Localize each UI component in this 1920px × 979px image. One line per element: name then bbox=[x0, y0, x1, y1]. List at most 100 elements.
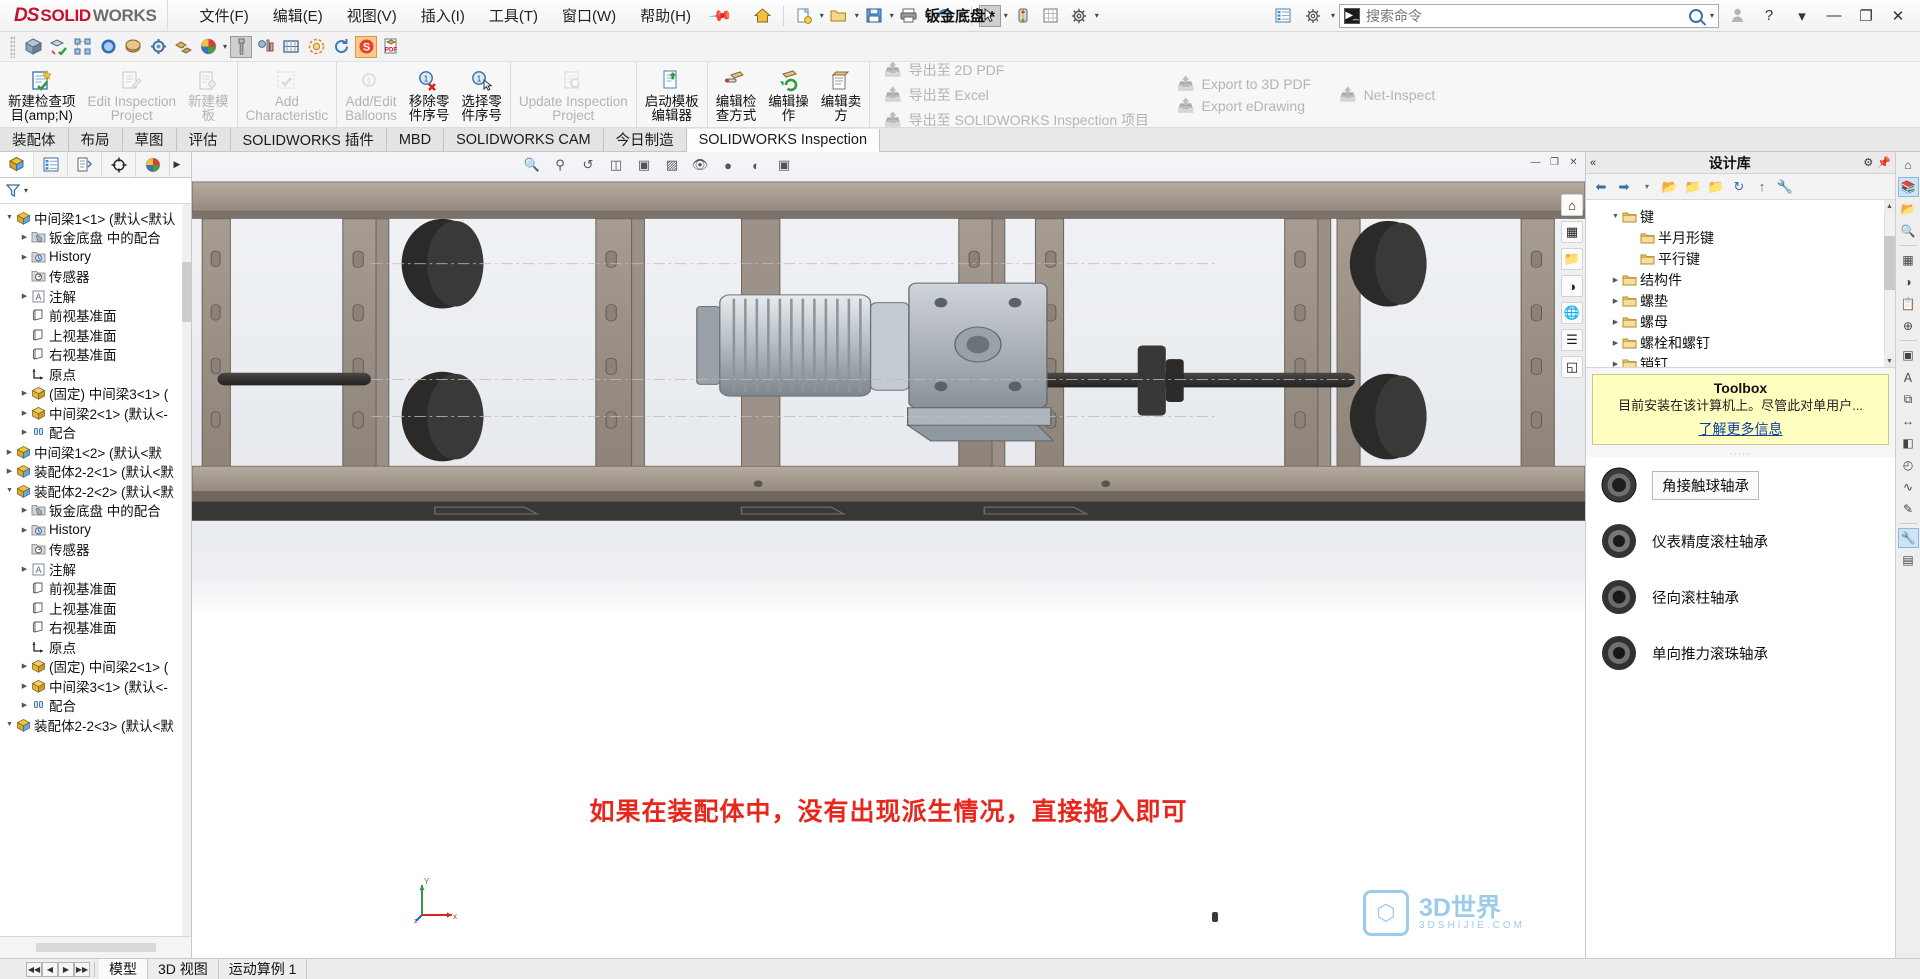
chevron-down-icon[interactable]: ▾ bbox=[1095, 11, 1099, 20]
new-document-icon[interactable] bbox=[791, 4, 817, 28]
chevron-down-icon[interactable]: ▾ bbox=[1004, 11, 1008, 20]
tab-layout[interactable]: 布局 bbox=[68, 128, 123, 151]
status-tab-3dviews[interactable]: 3D 视图 bbox=[148, 959, 219, 979]
library-scrollbar-thumb[interactable] bbox=[1884, 236, 1895, 290]
tree-twisty-icon[interactable]: ▶ bbox=[1610, 360, 1621, 368]
tree-twisty-icon[interactable]: ▶ bbox=[19, 506, 30, 514]
feature-tree[interactable]: ▼ 中间梁1<1> (默认<默认 ▶ 钣金底盘 中的配合 ▶ History 传感器 ▶ A 注解… bbox=[0, 204, 191, 936]
tree-twisty-icon[interactable]: ▶ bbox=[4, 467, 15, 475]
library-tree-row[interactable]: ▶ 螺垫 bbox=[1586, 290, 1895, 311]
back-nav-icon[interactable]: ⬅ bbox=[1592, 178, 1610, 196]
simulation-icon[interactable]: ∿ bbox=[1898, 477, 1919, 497]
chevron-down-icon[interactable]: ▾ bbox=[855, 11, 859, 20]
search-icon[interactable]: 🔍 bbox=[1898, 221, 1919, 241]
toolbox-config-icon[interactable]: 🔧 bbox=[1776, 178, 1794, 196]
select-balloon-button[interactable]: 1 选择零 件序号 bbox=[455, 64, 508, 127]
design-library-tree[interactable]: ▼键半月形键平行键▶结构件▶螺垫▶螺母▶螺栓和螺钉▶销钉▶轴承 ▲ ▼ bbox=[1586, 200, 1895, 368]
feature-tree-row[interactable]: ▼ 中间梁1<1> (默认<默认 bbox=[0, 208, 191, 228]
feature-tree-row[interactable]: ▶ (固定) 中间梁3<1> ( bbox=[0, 384, 191, 404]
export-excel-item[interactable]: 📤 导出至 Excel bbox=[880, 83, 1153, 107]
design-library-icon[interactable]: 📚 bbox=[1897, 177, 1919, 197]
feature-tree-row[interactable]: 传感器 bbox=[0, 540, 191, 560]
menu-item-file[interactable]: 文件(F) bbox=[188, 1, 261, 30]
home-icon[interactable] bbox=[750, 4, 776, 28]
task-list-icon[interactable] bbox=[1270, 4, 1296, 28]
tree-scrollbar-thumb[interactable] bbox=[182, 262, 191, 322]
chevron-down-icon[interactable]: ▾ bbox=[925, 11, 929, 20]
doc-close-button[interactable]: ✕ bbox=[1566, 155, 1581, 169]
menu-item-insert[interactable]: 插入(I) bbox=[409, 1, 477, 30]
section-icon[interactable]: ◧ bbox=[1898, 433, 1919, 453]
file-explorer-icon[interactable]: 📂 bbox=[1898, 199, 1919, 219]
forward-nav-icon[interactable]: ➡ bbox=[1615, 178, 1633, 196]
menu-item-tools[interactable]: 工具(T) bbox=[477, 1, 550, 30]
toolbox-learn-more-link[interactable]: 了解更多信息 bbox=[1699, 419, 1783, 439]
create-folder-icon[interactable]: 📁 bbox=[1684, 178, 1702, 196]
tree-twisty-icon[interactable]: ▶ bbox=[19, 565, 30, 573]
library-tree-row[interactable]: 半月形键 bbox=[1586, 227, 1895, 248]
sensors-icon[interactable]: ◴ bbox=[1898, 455, 1919, 475]
tree-twisty-icon[interactable]: ▶ bbox=[1610, 297, 1621, 305]
save-icon[interactable] bbox=[861, 4, 887, 28]
close-button[interactable]: ✕ bbox=[1884, 4, 1912, 28]
feature-tree-row[interactable]: 传感器 bbox=[0, 267, 191, 287]
toolbox-icon[interactable] bbox=[230, 35, 253, 58]
mates-icon[interactable]: ⧉ bbox=[1898, 389, 1919, 409]
tree-twisty-icon[interactable]: ▼ bbox=[1610, 213, 1621, 220]
scene-icon[interactable]: ◐ bbox=[746, 155, 766, 175]
add-to-library-icon[interactable]: 📁 bbox=[1707, 178, 1725, 196]
menu-item-help[interactable]: 帮助(H) bbox=[628, 1, 703, 30]
tree-twisty-icon[interactable]: ▶ bbox=[1610, 339, 1621, 347]
remove-balloon-button[interactable]: 1 移除零 件序号 bbox=[403, 64, 456, 127]
search-icon[interactable] bbox=[1688, 8, 1703, 23]
library-tree-row[interactable]: ▶ 螺栓和螺钉 bbox=[1586, 332, 1895, 353]
chevron-down-icon[interactable]: ▾ bbox=[820, 11, 824, 20]
doc-minimize-button[interactable]: — bbox=[1528, 155, 1543, 169]
feature-tree-row[interactable]: ▶ 配合 bbox=[0, 423, 191, 443]
export-3dpdf-icon[interactable]: PDF bbox=[380, 36, 402, 58]
graphics-viewport[interactable]: 🔍 ⚲ ↺ ◫ ▣ ▨ 👁 ● ◐ ▣ — ❐ ✕ ⌂ ▦ 📁 ◑ 🌐 ☰ ◱ … bbox=[192, 152, 1585, 958]
tree-twisty-icon[interactable]: ▶ bbox=[19, 428, 30, 436]
blocks-icon[interactable]: ▣ bbox=[1898, 345, 1919, 365]
settings-gear-icon[interactable]: ⚙ bbox=[1863, 156, 1873, 169]
next-tab-button[interactable]: ▶ bbox=[58, 961, 74, 977]
feature-tree-row[interactable]: ▶ 钣金底盘 中的配合 bbox=[0, 501, 191, 521]
display-manager-tab[interactable] bbox=[136, 152, 170, 177]
list-item[interactable]: 径向滚柱轴承 bbox=[1586, 569, 1895, 625]
previous-view-icon[interactable]: ↺ bbox=[578, 155, 598, 175]
measure-icon[interactable]: ↔ bbox=[1898, 411, 1919, 431]
appearances-icon[interactable]: ● bbox=[718, 155, 738, 175]
up-level-icon[interactable]: ↑ bbox=[1753, 178, 1771, 196]
tab-mbd[interactable]: MBD bbox=[386, 128, 445, 151]
tree-twisty-icon[interactable]: ▶ bbox=[19, 292, 30, 300]
undo-icon[interactable] bbox=[931, 4, 957, 28]
status-tab-motion-study[interactable]: 运动算例 1 bbox=[219, 959, 308, 979]
scene-globe-icon[interactable]: 🌐 bbox=[1561, 302, 1583, 324]
edit-operation-button[interactable]: 编辑操 作 bbox=[762, 64, 815, 127]
restore-button[interactable]: ❐ bbox=[1852, 4, 1880, 28]
appearance-icon[interactable] bbox=[197, 36, 219, 58]
tree-twisty-icon[interactable]: ▼ bbox=[4, 487, 15, 494]
open-folder-icon[interactable]: 📁 bbox=[1561, 248, 1583, 270]
open-document-icon[interactable] bbox=[826, 4, 852, 28]
feature-tree-row[interactable]: ▶ (固定) 中间梁2<1> ( bbox=[0, 657, 191, 677]
tab-assembly[interactable]: 装配体 bbox=[0, 128, 69, 151]
tree-twisty-icon[interactable]: ▶ bbox=[1610, 276, 1621, 284]
tree-twisty-icon[interactable]: ▶ bbox=[4, 448, 15, 456]
last-tab-button[interactable]: ▶▶ bbox=[74, 961, 90, 977]
smart-fasteners-icon[interactable] bbox=[97, 36, 119, 58]
tab-sketch[interactable]: 草图 bbox=[122, 128, 177, 151]
chevron-down-icon[interactable]: ▾ bbox=[223, 42, 227, 51]
menu-item-edit[interactable]: 编辑(E) bbox=[261, 1, 335, 30]
tab-sw-addins[interactable]: SOLIDWORKS 插件 bbox=[230, 128, 387, 151]
appearance-sphere-icon[interactable]: ◑ bbox=[1561, 275, 1583, 297]
help-chevron-down-icon[interactable]: ▾ bbox=[1788, 4, 1816, 28]
apply-scene-icon[interactable]: ▣ bbox=[774, 155, 794, 175]
rebuild-icon[interactable] bbox=[1010, 4, 1036, 28]
tree-twisty-icon[interactable]: ▶ bbox=[1610, 318, 1621, 326]
view-palette-icon[interactable]: ▦ bbox=[1898, 250, 1919, 270]
add-file-location-icon[interactable]: 📂 bbox=[1661, 178, 1679, 196]
tree-twisty-icon[interactable]: ▼ bbox=[4, 721, 15, 728]
print-icon[interactable] bbox=[896, 4, 922, 28]
status-tab-model[interactable]: 模型 bbox=[99, 959, 148, 979]
